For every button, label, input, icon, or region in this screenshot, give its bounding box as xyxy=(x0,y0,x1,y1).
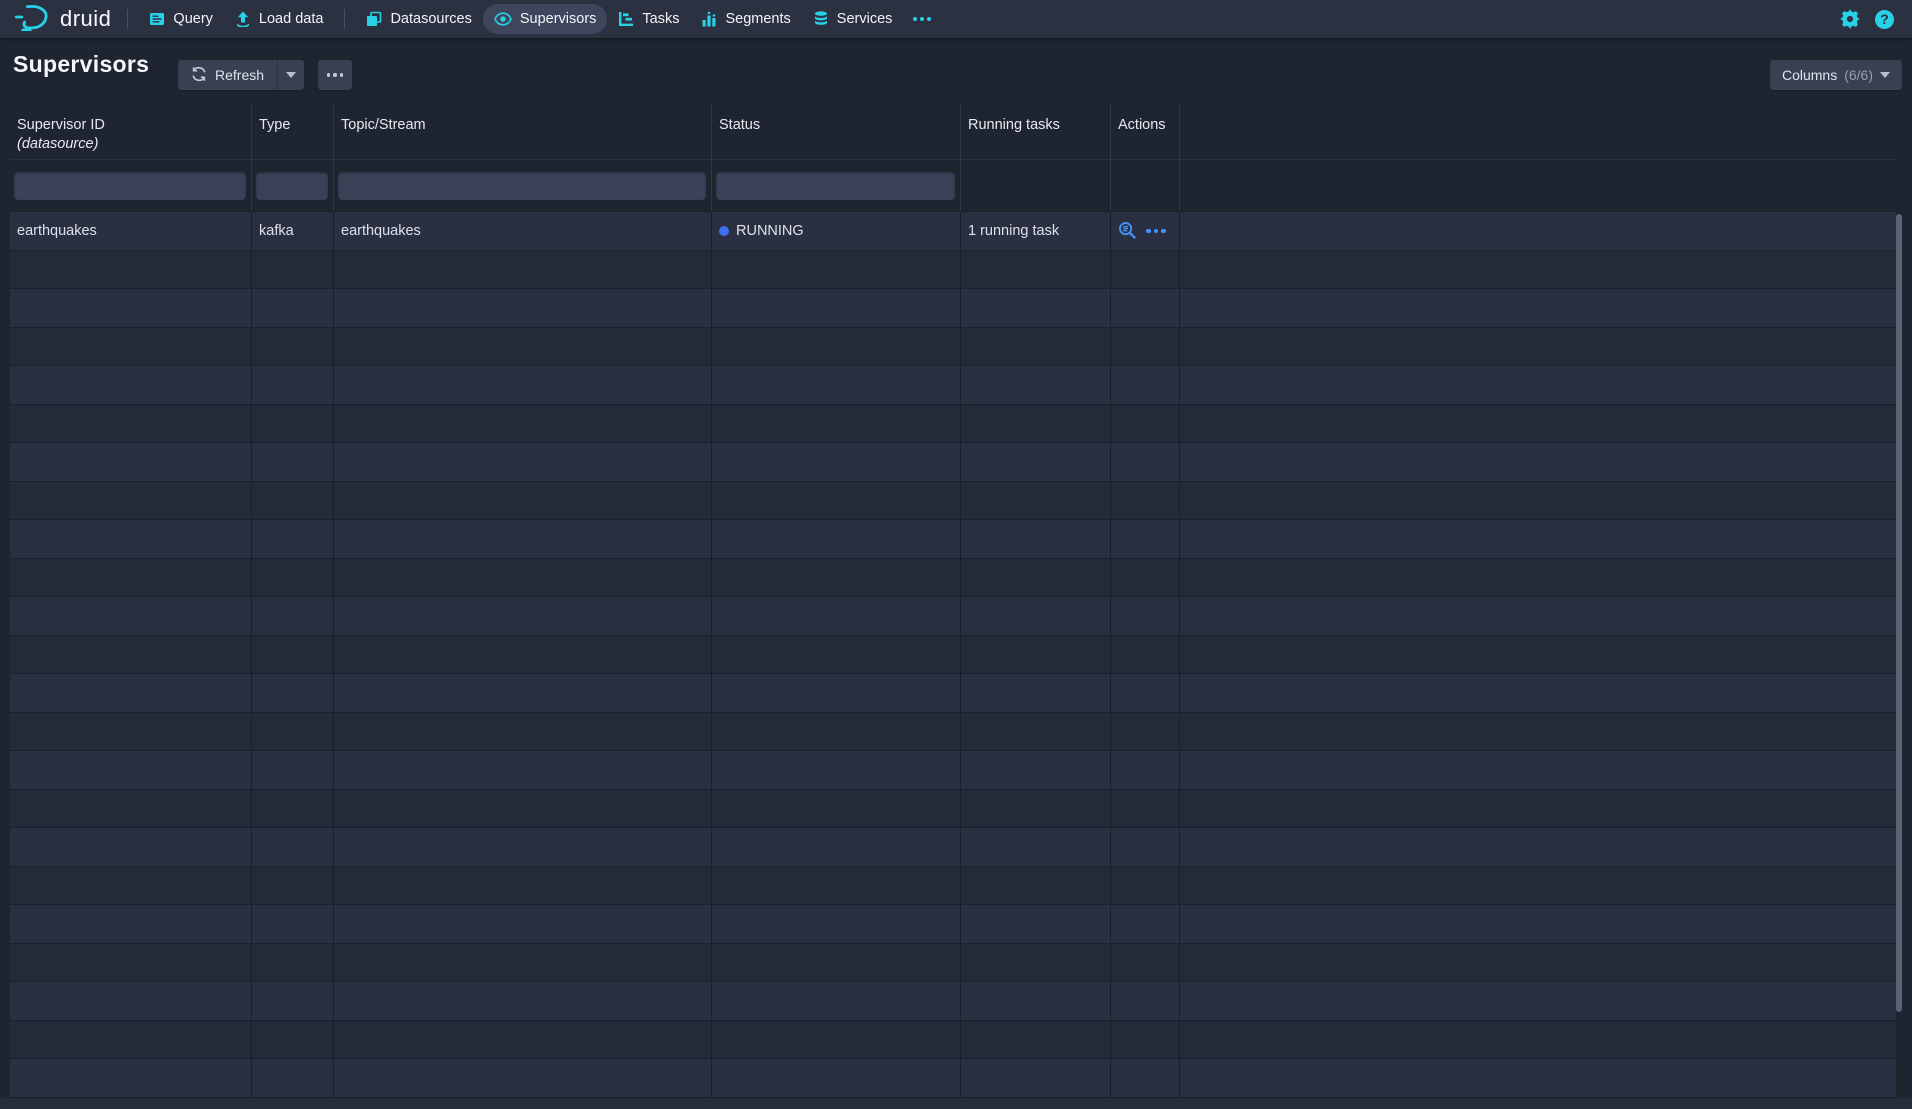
settings-gear-icon[interactable] xyxy=(1840,9,1860,29)
table-row-empty xyxy=(10,636,1896,675)
nav-item-query[interactable]: Query xyxy=(138,4,224,34)
refresh-button-group: Refresh xyxy=(178,60,304,90)
tasks-icon xyxy=(618,11,634,27)
table-filter-row xyxy=(10,160,1896,212)
table-row-empty xyxy=(10,328,1896,367)
table-row-empty xyxy=(10,790,1896,829)
filter-type-input[interactable] xyxy=(256,172,328,200)
columns-label: Columns xyxy=(1782,67,1837,83)
table-row-empty xyxy=(10,905,1896,944)
table-body: earthquakes kafka earthquakes RUNNING 1 … xyxy=(10,212,1896,1098)
table-row-empty xyxy=(10,366,1896,405)
table-row-empty xyxy=(10,982,1896,1021)
nav-item-segments[interactable]: Segments xyxy=(690,4,801,34)
chevron-down-icon xyxy=(1880,72,1890,78)
druid-logo-icon xyxy=(14,3,52,36)
cell-actions xyxy=(1111,212,1180,250)
brand-wordmark: druid xyxy=(60,6,111,32)
refresh-icon xyxy=(191,66,207,85)
status-label: RUNNING xyxy=(736,223,804,239)
cell-status[interactable]: RUNNING xyxy=(712,212,961,250)
table-header-row: Supervisor ID (datasource) Type Topic/St… xyxy=(10,103,1896,160)
services-icon xyxy=(813,11,829,27)
query-icon xyxy=(149,11,165,27)
supervisors-table: Supervisor ID (datasource) Type Topic/St… xyxy=(10,103,1896,1098)
table-row-empty xyxy=(10,482,1896,521)
nav-label: Services xyxy=(837,11,893,27)
table-row-empty xyxy=(10,828,1896,867)
supervisor-row-earthquakes[interactable]: earthquakes kafka earthquakes RUNNING 1 … xyxy=(10,212,1896,251)
refresh-label: Refresh xyxy=(215,67,264,83)
nav-label: Query xyxy=(173,11,213,27)
table-row-empty xyxy=(10,944,1896,983)
nav-divider xyxy=(344,9,345,29)
nav-item-supervisors[interactable]: Supervisors xyxy=(483,4,608,34)
help-icon[interactable]: ? xyxy=(1875,10,1894,29)
cell-topic-stream[interactable]: earthquakes xyxy=(334,212,712,250)
nav-item-tasks[interactable]: Tasks xyxy=(607,4,690,34)
refresh-button[interactable]: Refresh xyxy=(178,60,277,90)
vertical-scrollbar-thumb[interactable] xyxy=(1896,214,1902,1012)
status-running-dot xyxy=(719,226,729,236)
table-row-empty xyxy=(10,251,1896,290)
column-header-topic-stream[interactable]: Topic/Stream xyxy=(334,103,712,159)
nav-item-services[interactable]: Services xyxy=(802,4,904,34)
cell-type[interactable]: kafka xyxy=(252,212,334,250)
table-row-empty xyxy=(10,443,1896,482)
column-header-type[interactable]: Type xyxy=(252,103,334,159)
table-row-empty xyxy=(10,713,1896,752)
table-row-empty xyxy=(10,1059,1896,1098)
supervisors-eye-icon xyxy=(494,12,512,26)
table-row-empty xyxy=(10,559,1896,598)
cell-running-tasks[interactable]: 1 running task xyxy=(961,212,1111,250)
table-row-empty xyxy=(10,289,1896,328)
table-row-empty xyxy=(10,405,1896,444)
filter-supervisor-id-input[interactable] xyxy=(14,172,246,200)
nav-label: Load data xyxy=(259,11,324,27)
table-row-empty xyxy=(10,751,1896,790)
druid-logo[interactable]: druid xyxy=(12,3,117,36)
nav-divider xyxy=(127,9,128,29)
more-icon[interactable] xyxy=(903,10,941,28)
horizontal-scrollbar-track[interactable] xyxy=(0,1098,1912,1109)
column-header-actions[interactable]: Actions xyxy=(1111,103,1180,159)
top-navbar: druid Query Load data Datasources xyxy=(0,0,1912,38)
column-header-status[interactable]: Status xyxy=(712,103,961,159)
druid-console: druid Query Load data Datasources xyxy=(0,0,1912,1109)
table-row-empty xyxy=(10,520,1896,559)
nav-label: Tasks xyxy=(642,11,679,27)
search-detail-icon[interactable] xyxy=(1118,221,1137,240)
nav-item-load-data[interactable]: Load data xyxy=(224,4,335,34)
header-more-button[interactable] xyxy=(318,60,352,90)
nav-label: Segments xyxy=(725,11,790,27)
column-subheader-datasource: (datasource) xyxy=(17,135,246,154)
table-row-empty xyxy=(10,1021,1896,1060)
page-title: Supervisors xyxy=(13,51,149,78)
cell-filler xyxy=(1180,212,1896,250)
filter-topic-stream-input[interactable] xyxy=(338,172,706,200)
filter-status-input[interactable] xyxy=(716,172,955,200)
column-header-running-tasks[interactable]: Running tasks xyxy=(961,103,1111,159)
datasources-icon xyxy=(366,11,382,27)
nav-label: Datasources xyxy=(390,11,471,27)
cell-supervisor-id[interactable]: earthquakes xyxy=(10,212,252,250)
columns-dropdown-button[interactable]: Columns (6/6) xyxy=(1770,60,1902,90)
load-data-icon xyxy=(235,11,251,27)
segments-icon xyxy=(701,11,717,27)
table-row-empty xyxy=(10,597,1896,636)
table-row-empty xyxy=(10,867,1896,906)
nav-label: Supervisors xyxy=(520,11,597,27)
more-actions-icon[interactable] xyxy=(1146,229,1166,234)
navbar-right: ? xyxy=(1840,9,1900,29)
column-header-filler xyxy=(1180,103,1896,159)
chevron-down-icon xyxy=(286,72,296,78)
refresh-interval-dropdown[interactable] xyxy=(277,60,304,90)
page-header: Supervisors Refresh Columns xyxy=(0,38,1912,103)
column-header-supervisor-id[interactable]: Supervisor ID (datasource) xyxy=(10,103,252,159)
nav-item-datasources[interactable]: Datasources xyxy=(355,4,482,34)
columns-count: (6/6) xyxy=(1844,67,1873,83)
table-row-empty xyxy=(10,674,1896,713)
